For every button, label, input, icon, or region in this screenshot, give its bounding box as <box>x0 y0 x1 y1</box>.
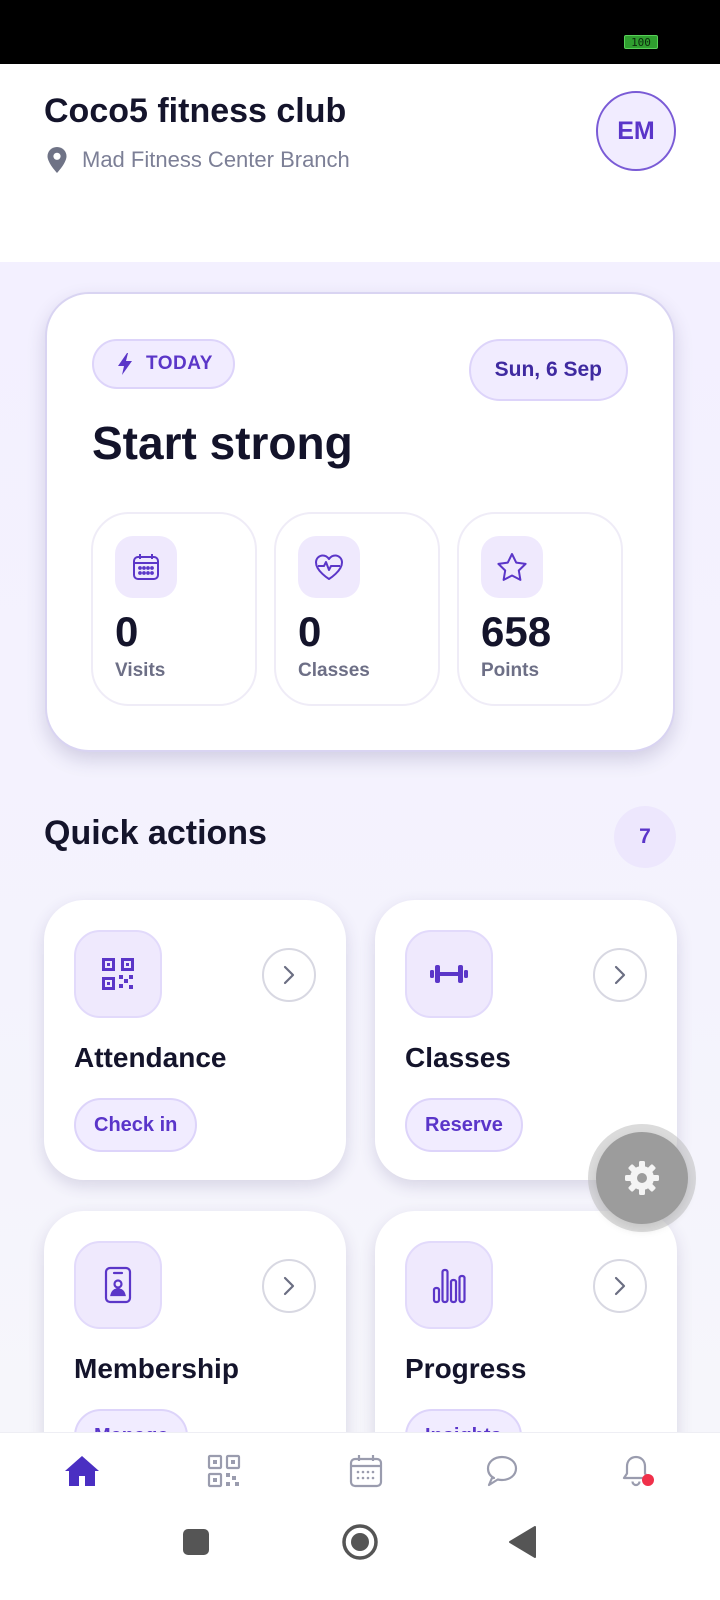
action-title: Classes <box>405 1042 511 1073</box>
gear-icon <box>625 1161 659 1195</box>
battery-indicator: 100 <box>624 35 658 49</box>
location-pin-icon <box>47 147 67 173</box>
qr-code-icon <box>74 930 162 1018</box>
stat-points[interactable]: 658 Points <box>457 512 623 706</box>
home-icon <box>65 1456 99 1486</box>
chevron-right-icon[interactable] <box>262 948 316 1002</box>
nav-calendar[interactable] <box>344 1449 388 1493</box>
chat-icon <box>486 1455 518 1487</box>
square-icon <box>183 1529 209 1555</box>
quick-actions-title: Quick actions <box>44 814 267 852</box>
avatar[interactable]: EM <box>596 91 676 171</box>
nav-home[interactable] <box>60 1449 104 1493</box>
bottom-nav <box>0 1432 720 1512</box>
action-title: Progress <box>405 1353 527 1384</box>
heart-pulse-icon <box>298 536 360 598</box>
check-in-button[interactable]: Check in <box>74 1098 198 1152</box>
club-name: Coco5 fitness club <box>44 92 347 130</box>
chevron-right-icon[interactable] <box>262 1259 316 1313</box>
home-button[interactable] <box>340 1522 380 1562</box>
member-card-icon <box>74 1241 162 1329</box>
calendar-icon <box>115 536 177 598</box>
today-badge-label: TODAY <box>146 353 213 374</box>
bell-icon <box>622 1455 654 1487</box>
stat-value: 0 <box>115 608 139 655</box>
stat-visits[interactable]: 0 Visits <box>91 512 257 706</box>
dumbbell-icon <box>405 930 493 1018</box>
action-card-attendance[interactable]: Attendance Check in <box>44 900 346 1180</box>
today-card: TODAY Sun, 6 Sep Start strong 0 Visits 0 <box>45 292 675 752</box>
system-nav-bar <box>0 1512 720 1600</box>
nav-qr[interactable] <box>202 1449 246 1493</box>
nav-notifications[interactable] <box>616 1449 660 1493</box>
card-heading: Start strong <box>92 417 353 469</box>
date-pill[interactable]: Sun, 6 Sep <box>468 339 628 401</box>
stat-label: Points <box>481 660 540 681</box>
back-triangle-icon <box>509 1526 536 1558</box>
lightning-icon <box>118 353 132 375</box>
star-icon <box>481 536 543 598</box>
nav-chat[interactable] <box>480 1449 524 1493</box>
action-title: Membership <box>74 1353 239 1384</box>
action-title: Attendance <box>74 1042 227 1073</box>
status-bar: 100 <box>0 0 720 64</box>
branch-selector[interactable]: Mad Fitness Center Branch <box>46 146 350 174</box>
stat-label: Classes <box>298 660 370 681</box>
quick-actions-count: 7 <box>614 806 676 868</box>
stat-value: 658 <box>481 608 552 655</box>
stat-label: Visits <box>115 660 166 681</box>
bar-chart-icon <box>405 1241 493 1329</box>
stat-value: 0 <box>298 608 322 655</box>
reserve-button[interactable]: Reserve <box>405 1098 523 1152</box>
circle-home-icon <box>342 1524 378 1560</box>
today-badge: TODAY <box>92 339 235 389</box>
chevron-right-icon[interactable] <box>593 1259 647 1313</box>
chevron-right-icon[interactable] <box>593 948 647 1002</box>
qr-code-icon <box>207 1454 241 1488</box>
back-button[interactable] <box>504 1524 540 1560</box>
calendar-icon <box>349 1455 383 1488</box>
recent-apps-button[interactable] <box>180 1526 212 1558</box>
branch-name: Mad Fitness Center Branch <box>82 147 350 172</box>
settings-fab[interactable] <box>596 1132 688 1224</box>
stat-classes[interactable]: 0 Classes <box>274 512 440 706</box>
